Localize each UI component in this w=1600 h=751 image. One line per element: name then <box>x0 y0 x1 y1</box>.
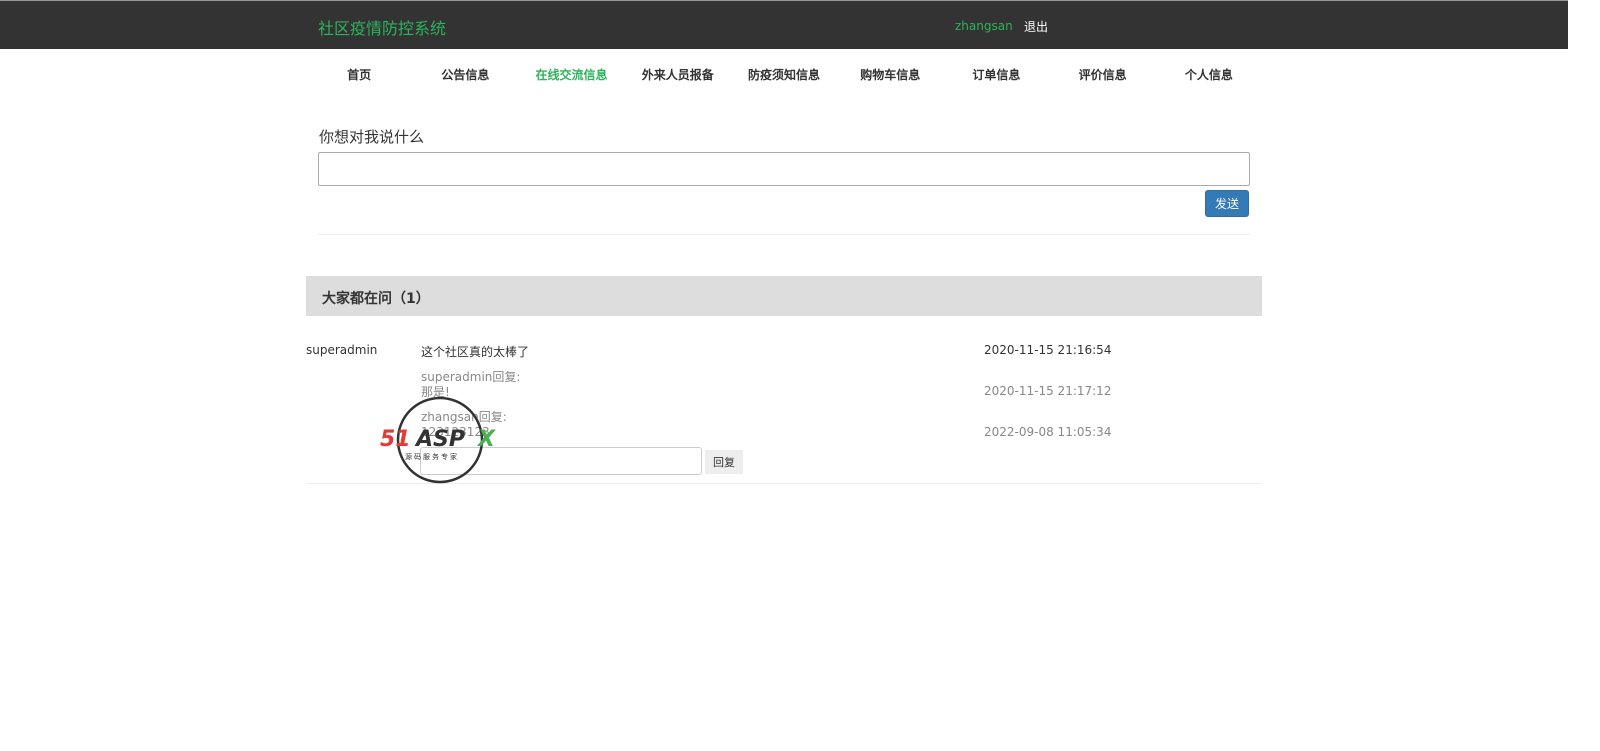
main-nav: 首页 公告信息 在线交流信息 外来人员报备 防疫须知信息 购物车信息 订单信息 … <box>306 66 1262 83</box>
nav-visitor-report[interactable]: 外来人员报备 <box>625 66 731 83</box>
username-link[interactable]: zhangsan <box>955 19 1013 33</box>
nav-home[interactable]: 首页 <box>306 66 412 83</box>
reply-time: 2020-11-15 21:17:12 <box>984 384 1112 398</box>
svg-text:ASP: ASP <box>414 427 465 452</box>
question-user: superadmin <box>306 343 378 357</box>
nav-online-chat[interactable]: 在线交流信息 <box>518 66 624 83</box>
message-label: 你想对我说什么 <box>319 128 425 146</box>
message-input[interactable] <box>318 152 1250 186</box>
nav-prevention-notice[interactable]: 防疫须知信息 <box>731 66 837 83</box>
nav-announcements[interactable]: 公告信息 <box>412 66 518 83</box>
divider <box>318 234 1250 235</box>
reply-button[interactable]: 回复 <box>705 450 743 474</box>
top-navbar: 社区疫情防控系统 zhangsan 退出 <box>0 0 1568 49</box>
question-content: 这个社区真的太棒了 <box>421 345 530 359</box>
watermark-logo-icon: 51 ASP X 源码服务专家 <box>380 396 496 484</box>
nav-reviews[interactable]: 评价信息 <box>1050 66 1156 83</box>
svg-text:51: 51 <box>380 427 411 452</box>
svg-text:X: X <box>476 427 496 452</box>
logout-link[interactable]: 退出 <box>1024 18 1048 35</box>
svg-text:源码服务专家: 源码服务专家 <box>405 452 459 461</box>
reply-time: 2022-09-08 11:05:34 <box>984 425 1112 439</box>
send-button[interactable]: 发送 <box>1205 190 1249 217</box>
nav-cart[interactable]: 购物车信息 <box>837 66 943 83</box>
questions-header: 大家都在问（1） <box>306 276 1262 316</box>
question-time: 2020-11-15 21:16:54 <box>984 343 1112 357</box>
nav-orders[interactable]: 订单信息 <box>943 66 1049 83</box>
brand-title[interactable]: 社区疫情防控系统 <box>318 15 446 39</box>
nav-profile[interactable]: 个人信息 <box>1156 66 1262 83</box>
